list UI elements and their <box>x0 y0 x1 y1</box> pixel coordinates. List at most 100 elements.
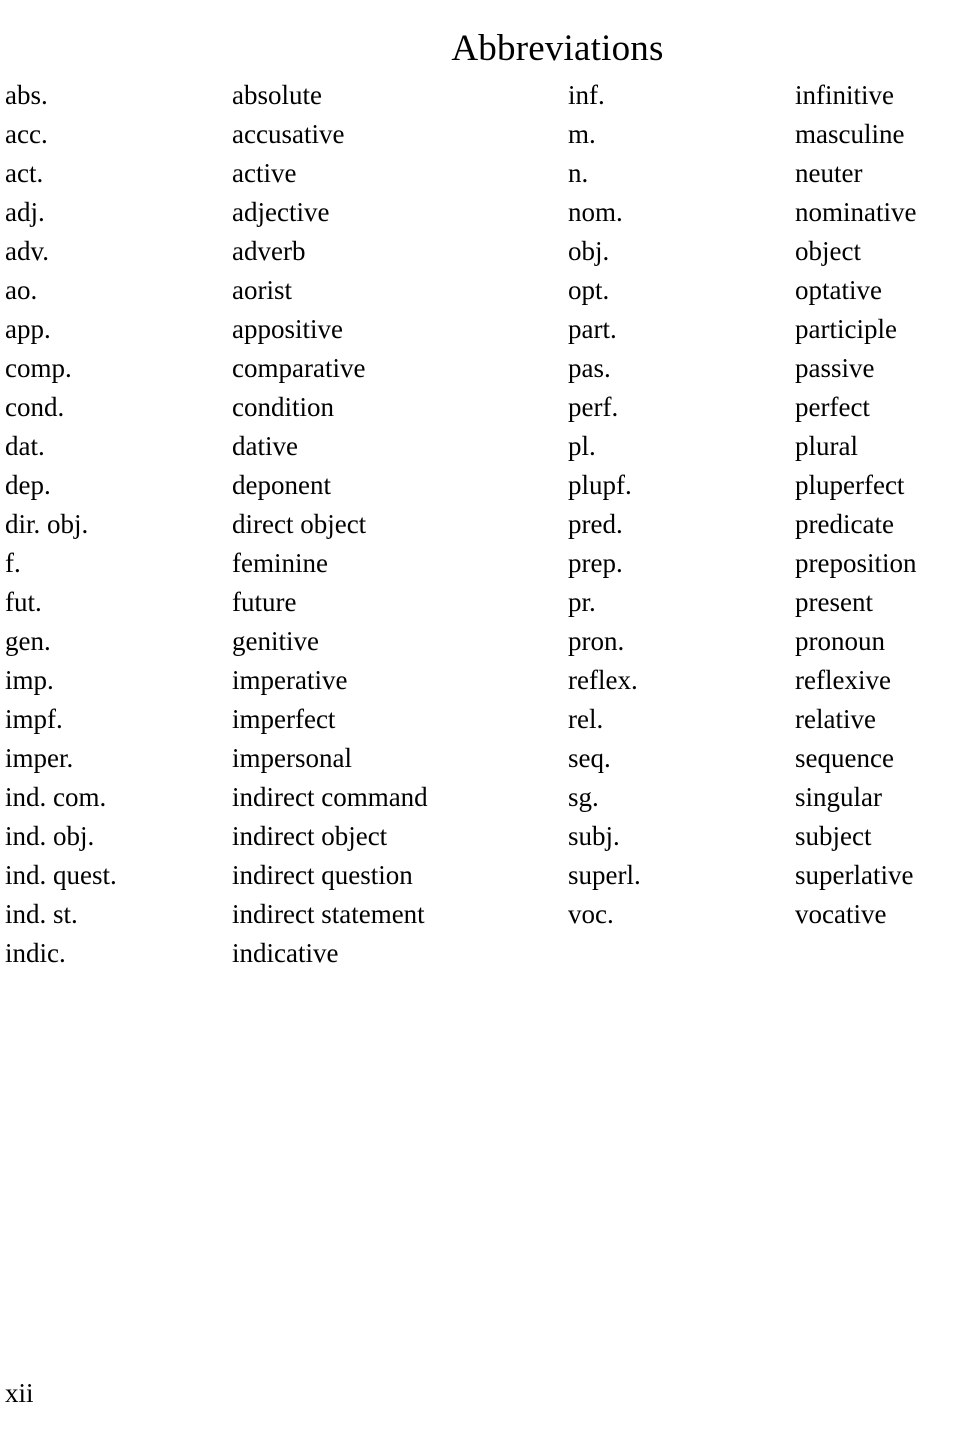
abbreviation-definition: comparative <box>232 353 366 383</box>
abbreviation-row: pas. passive <box>568 349 960 388</box>
abbreviation-term: imper. <box>5 743 74 773</box>
abbreviation-row: pred. predicate <box>568 505 960 544</box>
abbreviation-definition: superlative <box>795 860 914 890</box>
abbreviation-term: app. <box>5 314 51 344</box>
abbreviation-definition: genitive <box>232 626 319 656</box>
abbreviation-term: seq. <box>568 743 611 773</box>
abbreviation-row: comp. comparative <box>5 349 525 388</box>
abbreviation-definition: feminine <box>232 548 328 578</box>
abbreviation-definition: aorist <box>232 275 292 305</box>
abbreviation-row: adv. adverb <box>5 232 525 271</box>
abbreviation-row: ind. com. indirect command <box>5 778 525 817</box>
abbreviation-term: ind. obj. <box>5 821 95 851</box>
abbreviation-definition: adverb <box>232 236 306 266</box>
abbreviation-row: cond. condition <box>5 388 525 427</box>
abbreviation-definition: participle <box>795 314 897 344</box>
abbreviation-definition: preposition <box>795 548 917 578</box>
abbreviation-row: ao. aorist <box>5 271 525 310</box>
abbreviation-term: subj. <box>568 821 620 851</box>
abbreviation-term: sg. <box>568 782 599 812</box>
page-title: Abbreviations <box>451 27 664 69</box>
abbreviation-term: ao. <box>5 275 38 305</box>
abbreviation-definition: impersonal <box>232 743 352 773</box>
abbreviation-row: dat. dative <box>5 427 525 466</box>
abbreviation-row: perf. perfect <box>568 388 960 427</box>
abbreviation-term: adv. <box>5 236 49 266</box>
abbreviation-row: imper. impersonal <box>5 739 525 778</box>
abbreviation-term: ind. com. <box>5 782 107 812</box>
abbreviation-row: imp. imperative <box>5 661 525 700</box>
abbreviation-definition: appositive <box>232 314 343 344</box>
abbreviation-definition: indirect command <box>232 782 428 812</box>
abbreviation-term: act. <box>5 158 44 188</box>
abbreviation-definition: nominative <box>795 197 917 227</box>
abbreviation-term: rel. <box>568 704 604 734</box>
abbreviation-row: seq. sequence <box>568 739 960 778</box>
abbreviation-definition: indirect statement <box>232 899 425 929</box>
abbreviation-term: n. <box>568 158 589 188</box>
abbreviation-row: gen. genitive <box>5 622 525 661</box>
abbreviation-term: pas. <box>568 353 611 383</box>
abbreviation-term: impf. <box>5 704 63 734</box>
abbreviation-term: pl. <box>568 431 596 461</box>
abbreviation-row: ind. obj. indirect object <box>5 817 525 856</box>
abbreviation-row: ind. quest. indirect question <box>5 856 525 895</box>
abbreviation-definition: optative <box>795 275 882 305</box>
abbreviation-definition: present <box>795 587 873 617</box>
abbreviation-definition: imperative <box>232 665 348 695</box>
abbreviation-term: dep. <box>5 470 51 500</box>
abbreviation-definition: masculine <box>795 119 905 149</box>
abbreviation-definition: singular <box>795 782 882 812</box>
abbreviation-term: obj. <box>568 236 610 266</box>
abbreviation-term: abs. <box>5 80 48 110</box>
abbreviation-term: prep. <box>568 548 623 578</box>
abbreviation-definition: indicative <box>232 938 339 968</box>
abbreviation-row: opt. optative <box>568 271 960 310</box>
abbreviation-row: subj. subject <box>568 817 960 856</box>
abbreviation-definition: perfect <box>795 392 870 422</box>
abbreviation-row: abs. absolute <box>5 76 525 115</box>
abbreviations-column-left: abs. absolute acc. accusative act. active adj.… <box>5 76 525 973</box>
abbreviation-term: nom. <box>568 197 623 227</box>
abbreviations-column-right: inf. infinitive m. masculine n. neuter nom. nom… <box>568 76 960 934</box>
abbreviation-term: pron. <box>568 626 625 656</box>
abbreviation-row: prep. preposition <box>568 544 960 583</box>
abbreviation-definition: accusative <box>232 119 345 149</box>
abbreviation-row: act. active <box>5 154 525 193</box>
abbreviation-row: pl. plural <box>568 427 960 466</box>
abbreviation-row: rel. relative <box>568 700 960 739</box>
abbreviation-term: part. <box>568 314 617 344</box>
abbreviation-definition: condition <box>232 392 334 422</box>
abbreviation-definition: future <box>232 587 297 617</box>
abbreviation-term: ind. quest. <box>5 860 117 890</box>
abbreviation-definition: active <box>232 158 297 188</box>
abbreviation-term: f. <box>5 548 21 578</box>
abbreviation-term: voc. <box>568 899 614 929</box>
document-page: Abbreviations abs. absolute acc. accusative… <box>0 0 960 1430</box>
abbreviation-term: superl. <box>568 860 641 890</box>
abbreviation-definition: neuter <box>795 158 863 188</box>
abbreviation-term: acc. <box>5 119 48 149</box>
abbreviation-term: gen. <box>5 626 51 656</box>
abbreviation-term: reflex. <box>568 665 638 695</box>
page-number: xii <box>5 1378 34 1408</box>
abbreviation-definition: reflexive <box>795 665 891 695</box>
abbreviation-definition: subject <box>795 821 872 851</box>
abbreviation-row: obj. object <box>568 232 960 271</box>
abbreviation-definition: plural <box>795 431 858 461</box>
abbreviation-row: app. appositive <box>5 310 525 349</box>
abbreviation-term: comp. <box>5 353 72 383</box>
abbreviation-term: dat. <box>5 431 45 461</box>
abbreviation-definition: dative <box>232 431 298 461</box>
abbreviation-definition: pronoun <box>795 626 885 656</box>
abbreviation-term: pr. <box>568 587 596 617</box>
abbreviation-definition: deponent <box>232 470 331 500</box>
abbreviation-term: opt. <box>568 275 610 305</box>
abbreviation-definition: imperfect <box>232 704 336 734</box>
abbreviation-term: ind. st. <box>5 899 78 929</box>
abbreviation-definition: indirect question <box>232 860 413 890</box>
abbreviation-definition: vocative <box>795 899 887 929</box>
abbreviation-row: sg. singular <box>568 778 960 817</box>
abbreviation-definition: absolute <box>232 80 322 110</box>
abbreviation-row: m. masculine <box>568 115 960 154</box>
